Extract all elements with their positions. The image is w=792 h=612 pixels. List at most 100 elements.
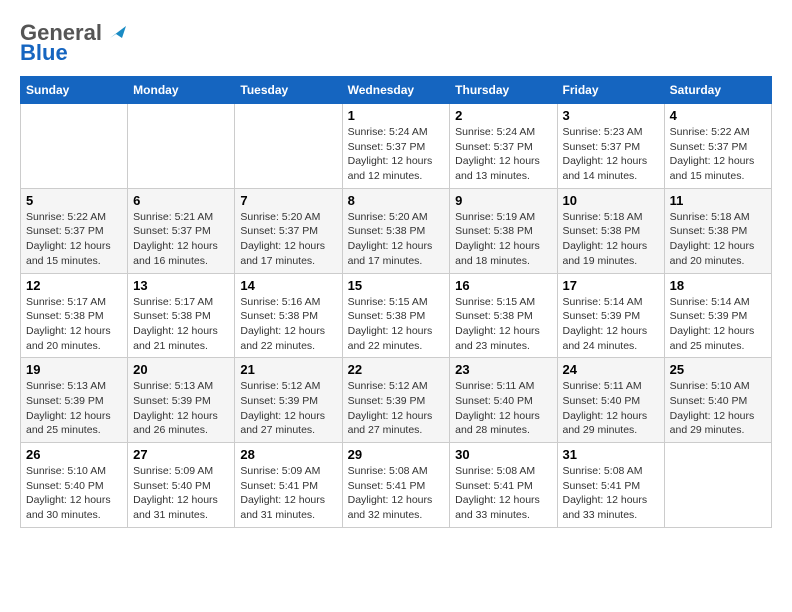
day-info: Sunrise: 5:13 AMSunset: 5:39 PMDaylight:… [133,379,229,438]
calendar-cell [21,104,128,189]
calendar-cell [664,443,771,528]
calendar-cell: 27Sunrise: 5:09 AMSunset: 5:40 PMDayligh… [128,443,235,528]
weekday-header-sunday: Sunday [21,77,128,104]
day-number: 27 [133,447,229,462]
day-number: 11 [670,193,766,208]
calendar-cell: 11Sunrise: 5:18 AMSunset: 5:38 PMDayligh… [664,188,771,273]
calendar-cell: 8Sunrise: 5:20 AMSunset: 5:38 PMDaylight… [342,188,450,273]
calendar-cell: 15 Sunrise: 5:15 AMSunset: 5:38 PMDayligh… [342,273,450,358]
calendar-week-row: 26 Sunrise: 5:10 AMSunset: 5:40 PMDayligh… [21,443,772,528]
calendar-week-row: 12Sunrise: 5:17 AMSunset: 5:38 PMDayligh… [21,273,772,358]
day-info: Sunrise: 5:10 AMSunset: 5:40 PMDaylight:… [26,464,122,523]
day-info: Sunrise: 5:16 AMSunset: 5:38 PMDaylight:… [240,295,336,354]
day-number: 23 [455,362,551,377]
calendar-cell: 6 Sunrise: 5:21 AMSunset: 5:37 PMDaylight… [128,188,235,273]
page-header: General Blue [20,20,772,66]
day-number: 24 [563,362,659,377]
day-number: 19 [26,362,122,377]
calendar-cell: 19 Sunrise: 5:13 AMSunset: 5:39 PMDayligh… [21,358,128,443]
calendar-cell: 17Sunrise: 5:14 AMSunset: 5:39 PMDayligh… [557,273,664,358]
day-info: Sunrise: 5:09 AMSunset: 5:41 PMDaylight:… [240,464,336,523]
day-info: Sunrise: 5:13 AMSunset: 5:39 PMDaylight:… [26,379,122,438]
calendar-cell: 22Sunrise: 5:12 AMSunset: 5:39 PMDayligh… [342,358,450,443]
day-number: 17 [563,278,659,293]
day-number: 1 [348,108,445,123]
calendar-cell: 5 Sunrise: 5:22 AMSunset: 5:37 PMDaylight… [21,188,128,273]
calendar-cell: 3Sunrise: 5:23 AMSunset: 5:37 PMDaylight… [557,104,664,189]
day-info: Sunrise: 5:24 AMSunset: 5:37 PMDaylight:… [348,125,445,184]
day-number: 16 [455,278,551,293]
logo: General Blue [20,20,126,66]
weekday-header-friday: Friday [557,77,664,104]
day-number: 2 [455,108,551,123]
calendar-cell: 30 Sunrise: 5:08 AMSunset: 5:41 PMDayligh… [450,443,557,528]
day-info: Sunrise: 5:22 AMSunset: 5:37 PMDaylight:… [670,125,766,184]
day-info: Sunrise: 5:22 AMSunset: 5:37 PMDaylight:… [26,210,122,269]
calendar-cell: 13 Sunrise: 5:17 AMSunset: 5:38 PMDayligh… [128,273,235,358]
day-number: 5 [26,193,122,208]
calendar-cell: 4 Sunrise: 5:22 AMSunset: 5:37 PMDaylight… [664,104,771,189]
calendar-cell: 16 Sunrise: 5:15 AMSunset: 5:38 PMDayligh… [450,273,557,358]
day-info: Sunrise: 5:15 AMSunset: 5:38 PMDaylight:… [455,295,551,354]
calendar-cell: 23 Sunrise: 5:11 AMSunset: 5:40 PMDayligh… [450,358,557,443]
day-info: Sunrise: 5:24 AMSunset: 5:37 PMDaylight:… [455,125,551,184]
day-number: 4 [670,108,766,123]
weekday-header-saturday: Saturday [664,77,771,104]
day-info: Sunrise: 5:18 AMSunset: 5:38 PMDaylight:… [563,210,659,269]
calendar-cell: 1 Sunrise: 5:24 AMSunset: 5:37 PMDaylight… [342,104,450,189]
day-info: Sunrise: 5:20 AMSunset: 5:38 PMDaylight:… [348,210,445,269]
day-info: Sunrise: 5:17 AMSunset: 5:38 PMDaylight:… [26,295,122,354]
calendar-cell: 20 Sunrise: 5:13 AMSunset: 5:39 PMDayligh… [128,358,235,443]
day-info: Sunrise: 5:20 AMSunset: 5:37 PMDaylight:… [240,210,336,269]
day-number: 13 [133,278,229,293]
day-info: Sunrise: 5:12 AMSunset: 5:39 PMDaylight:… [348,379,445,438]
day-number: 10 [563,193,659,208]
calendar-week-row: 1 Sunrise: 5:24 AMSunset: 5:37 PMDaylight… [21,104,772,189]
calendar-cell: 9Sunrise: 5:19 AMSunset: 5:38 PMDaylight… [450,188,557,273]
calendar-cell: 18 Sunrise: 5:14 AMSunset: 5:39 PMDayligh… [664,273,771,358]
calendar-cell: 14 Sunrise: 5:16 AMSunset: 5:38 PMDayligh… [235,273,342,358]
calendar-cell: 25Sunrise: 5:10 AMSunset: 5:40 PMDayligh… [664,358,771,443]
day-number: 14 [240,278,336,293]
day-info: Sunrise: 5:21 AMSunset: 5:37 PMDaylight:… [133,210,229,269]
weekday-header-wednesday: Wednesday [342,77,450,104]
calendar-cell: 28 Sunrise: 5:09 AMSunset: 5:41 PMDayligh… [235,443,342,528]
day-number: 26 [26,447,122,462]
weekday-header-tuesday: Tuesday [235,77,342,104]
day-info: Sunrise: 5:08 AMSunset: 5:41 PMDaylight:… [563,464,659,523]
day-number: 6 [133,193,229,208]
calendar-header-row: SundayMondayTuesdayWednesdayThursdayFrid… [21,77,772,104]
day-info: Sunrise: 5:14 AMSunset: 5:39 PMDaylight:… [670,295,766,354]
day-number: 30 [455,447,551,462]
calendar-cell: 7 Sunrise: 5:20 AMSunset: 5:37 PMDaylight… [235,188,342,273]
calendar-cell: 10 Sunrise: 5:18 AMSunset: 5:38 PMDayligh… [557,188,664,273]
calendar-week-row: 5 Sunrise: 5:22 AMSunset: 5:37 PMDaylight… [21,188,772,273]
weekday-header-thursday: Thursday [450,77,557,104]
day-info: Sunrise: 5:17 AMSunset: 5:38 PMDaylight:… [133,295,229,354]
day-info: Sunrise: 5:12 AMSunset: 5:39 PMDaylight:… [240,379,336,438]
day-number: 7 [240,193,336,208]
day-number: 29 [348,447,445,462]
day-number: 21 [240,362,336,377]
calendar-cell [235,104,342,189]
calendar-cell: 12Sunrise: 5:17 AMSunset: 5:38 PMDayligh… [21,273,128,358]
calendar-cell [128,104,235,189]
day-number: 18 [670,278,766,293]
day-info: Sunrise: 5:23 AMSunset: 5:37 PMDaylight:… [563,125,659,184]
day-info: Sunrise: 5:19 AMSunset: 5:38 PMDaylight:… [455,210,551,269]
day-number: 20 [133,362,229,377]
day-info: Sunrise: 5:11 AMSunset: 5:40 PMDaylight:… [455,379,551,438]
calendar-cell: 26 Sunrise: 5:10 AMSunset: 5:40 PMDayligh… [21,443,128,528]
day-info: Sunrise: 5:11 AMSunset: 5:40 PMDaylight:… [563,379,659,438]
day-info: Sunrise: 5:15 AMSunset: 5:38 PMDaylight:… [348,295,445,354]
day-info: Sunrise: 5:08 AMSunset: 5:41 PMDaylight:… [455,464,551,523]
day-number: 15 [348,278,445,293]
calendar-cell: 21 Sunrise: 5:12 AMSunset: 5:39 PMDayligh… [235,358,342,443]
logo-bird-icon [104,22,126,44]
weekday-header-monday: Monday [128,77,235,104]
day-number: 28 [240,447,336,462]
day-number: 31 [563,447,659,462]
logo-blue-text: Blue [20,40,68,66]
calendar-cell: 2 Sunrise: 5:24 AMSunset: 5:37 PMDaylight… [450,104,557,189]
calendar-table: SundayMondayTuesdayWednesdayThursdayFrid… [20,76,772,528]
